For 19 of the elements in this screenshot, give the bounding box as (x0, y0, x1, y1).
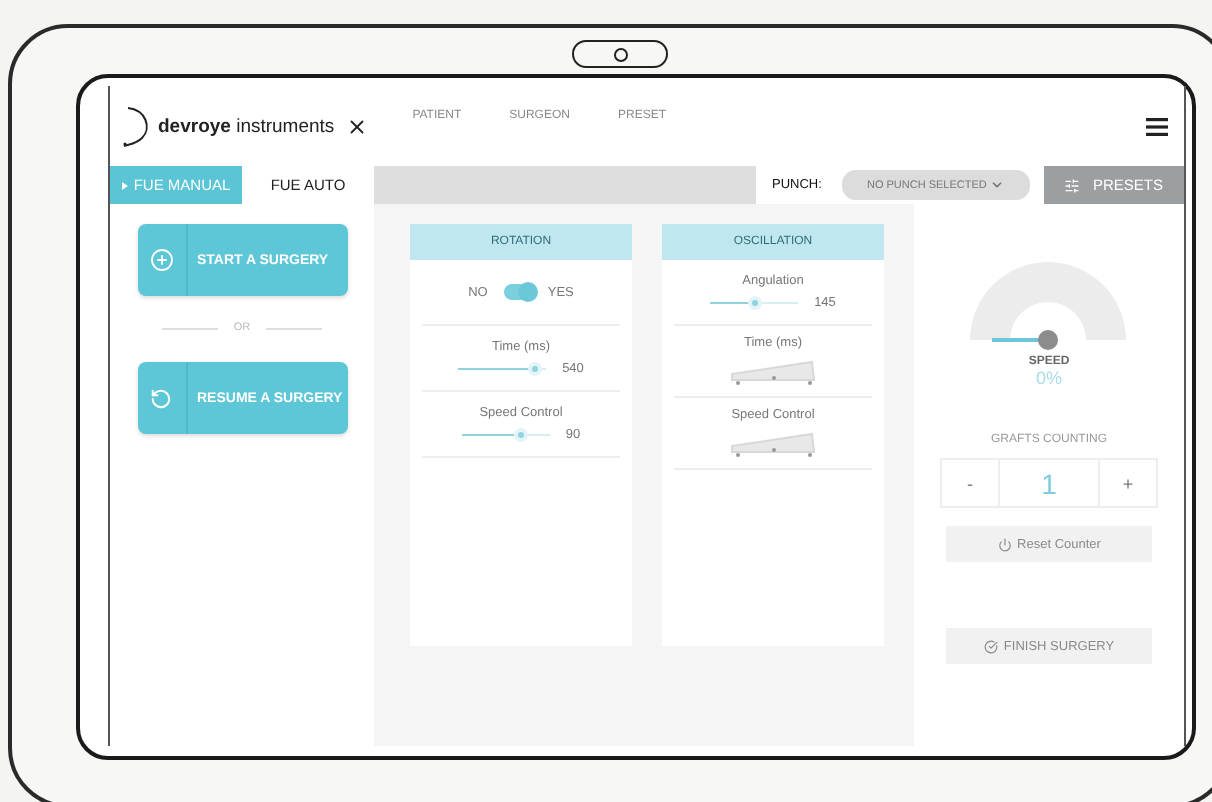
check-circle-icon (983, 639, 998, 653)
logo-text: devroye instruments (158, 115, 335, 137)
foot-pedal-icon (729, 358, 817, 386)
triangle-icon (121, 181, 128, 189)
speed-value: 0% (1035, 368, 1062, 388)
menu-icon[interactable] (1146, 117, 1168, 135)
power-icon (997, 537, 1012, 551)
close-icon[interactable] (346, 115, 369, 137)
slider-thumb[interactable] (514, 428, 529, 442)
foot-pedal-icon (729, 430, 817, 458)
sliders-icon (1064, 177, 1081, 193)
toggle-switch[interactable] (503, 284, 532, 300)
chevron-down-icon (990, 178, 1005, 192)
camera-icon (572, 40, 668, 68)
logo-icon (122, 104, 154, 148)
plus-circle-icon (149, 248, 173, 272)
slider-thumb[interactable] (747, 296, 762, 310)
rotate-icon (150, 387, 172, 409)
slider-thumb[interactable] (527, 362, 542, 376)
